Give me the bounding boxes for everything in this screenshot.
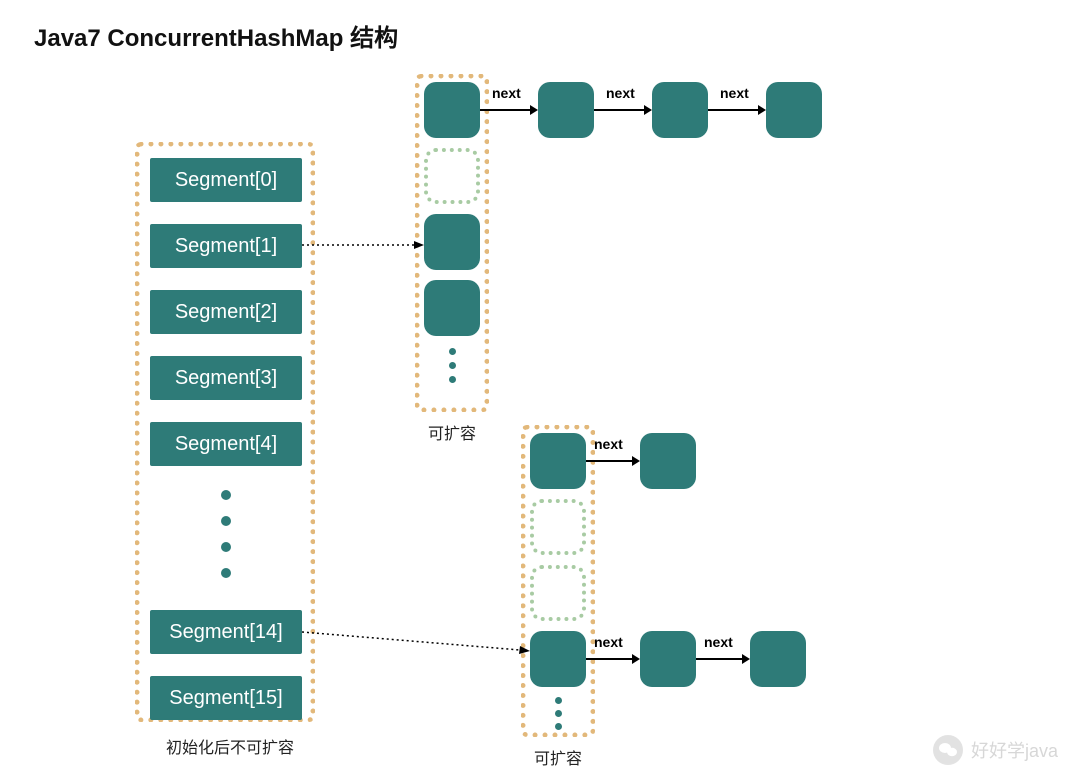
next-label: next — [704, 634, 733, 650]
arrow-next — [594, 100, 652, 120]
arrow-next — [480, 100, 538, 120]
arrow-next — [708, 100, 766, 120]
bucket-caption-1: 可扩容 — [415, 420, 489, 444]
arrow-next — [586, 451, 640, 471]
next-label: next — [594, 634, 623, 650]
segment-ellipsis — [150, 490, 302, 578]
bucket-slot-empty — [530, 565, 586, 621]
bucket-slot-empty — [530, 499, 586, 555]
next-label: next — [720, 85, 749, 101]
list-node — [640, 433, 696, 489]
segment-1: Segment[1] — [150, 224, 302, 268]
segment-0: Segment[0] — [150, 158, 302, 202]
pointer-seg14 — [302, 620, 530, 660]
list-node — [750, 631, 806, 687]
list-node — [640, 631, 696, 687]
list-node — [538, 82, 594, 138]
bucket-node — [530, 433, 586, 489]
segment-2: Segment[2] — [150, 290, 302, 334]
segment-14: Segment[14] — [150, 610, 302, 654]
segment-3: Segment[3] — [150, 356, 302, 400]
watermark: 好好学java — [933, 735, 1058, 765]
segment-4: Segment[4] — [150, 422, 302, 466]
list-node — [766, 82, 822, 138]
wechat-icon — [933, 735, 963, 765]
bucket-ellipsis — [530, 697, 586, 730]
bucket-ellipsis — [424, 348, 480, 383]
next-label: next — [594, 436, 623, 452]
bucket-node — [424, 82, 480, 138]
bucket-node — [424, 280, 480, 336]
diagram-title: Java7 ConcurrentHashMap 结构 — [34, 18, 398, 53]
bucket-node — [530, 631, 586, 687]
pointer-seg1 — [302, 235, 424, 255]
segment-caption: 初始化后不可扩容 — [145, 734, 315, 758]
bucket-slot-empty — [424, 148, 480, 204]
next-label: next — [606, 85, 635, 101]
segment-15: Segment[15] — [150, 676, 302, 720]
next-label: next — [492, 85, 521, 101]
list-node — [652, 82, 708, 138]
bucket-caption-2: 可扩容 — [521, 745, 595, 769]
arrow-next — [696, 649, 750, 669]
watermark-text: 好好学java — [971, 737, 1058, 763]
arrow-next — [586, 649, 640, 669]
bucket-node — [424, 214, 480, 270]
